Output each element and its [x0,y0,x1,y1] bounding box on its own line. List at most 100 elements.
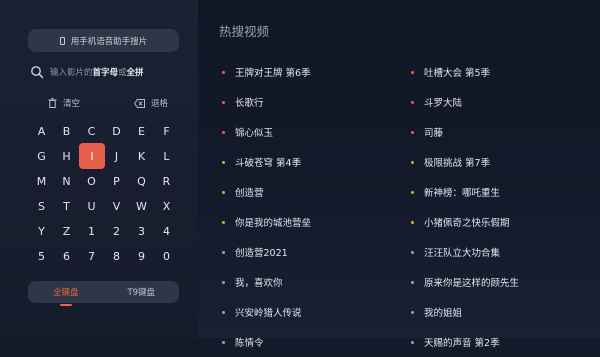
search-field[interactable]: 输入影片的首字母或全拼 [30,64,144,80]
rank-dot [222,130,225,134]
hot-search-title: 天赐的声音 第2季 [424,338,500,349]
key-7[interactable]: 7 [79,244,104,269]
key-y[interactable]: Y [29,219,54,244]
key-x[interactable]: X [154,194,179,219]
key-l[interactable]: L [154,144,179,169]
hot-search-item[interactable]: 长歌行 [222,87,397,117]
hot-search-title: 司藤 [424,128,444,139]
key-j[interactable]: J [104,144,129,169]
hot-search-title: 吐槽大会 第5季 [424,68,491,79]
hot-list-column-1: 王牌对王牌 第6季长歌行锦心似玉斗破苍穹 第4季创造营 你是我的城池营垒创造营20… [222,57,397,357]
rank-dot [411,130,414,134]
hot-search-title: 汪汪队立大功合集 [424,248,501,259]
hot-search-item[interactable]: 兴安岭猎人传说 [222,297,397,327]
hot-search-title: 王牌对王牌 第6季 [235,68,311,79]
key-9[interactable]: 9 [129,244,154,269]
hot-search-item[interactable]: 司藤 [411,117,586,147]
key-4[interactable]: 4 [154,219,179,244]
hot-search-title: 陈情令 [235,338,264,349]
hot-search-title: 锦心似玉 [235,128,274,139]
hot-search-title: 我的姐姐 [424,308,463,319]
keyboard-type-tabs: 全键盘 T9键盘 [28,281,180,306]
hot-search-title: 我，喜欢你 [235,278,283,289]
hot-search-item[interactable]: 创造营 [222,177,397,207]
hot-search-item[interactable]: 我，喜欢你 [222,267,397,297]
letter-keyboard: ABCDEF GHIJKL MNOPQR STUVWX YZ1234 567890 [29,119,179,269]
key-a[interactable]: A [29,119,54,144]
rank-dot [411,280,414,284]
rank-dot [222,280,225,284]
backspace-label: 退格 [150,99,168,109]
backspace-icon [133,98,145,108]
hot-search-item[interactable]: 斗罗大陆 [411,87,586,117]
key-v[interactable]: V [104,194,129,219]
key-k[interactable]: K [129,144,154,169]
hot-search-item[interactable]: 你是我的城池营垒 [222,207,397,237]
key-h[interactable]: H [54,144,79,169]
hot-search-item[interactable]: 小猪佩奇之快乐假期 [411,207,586,237]
tab-full-keyboard[interactable]: 全键盘 [28,286,104,306]
key-2[interactable]: 2 [104,219,129,244]
rank-dot [222,310,225,314]
hot-list-column-2: 吐槽大会 第5季斗罗大陆司藤极限挑战 第7季 新神榜：哪吒重生小猪佩奇之快乐假期汪… [411,57,586,357]
rank-dot [222,160,225,164]
hot-search-title: 斗破苍穹 第4季 [235,158,302,169]
key-0[interactable]: 0 [154,244,179,269]
hot-search-title: 极限挑战 第7季 [424,158,491,169]
hot-search-item[interactable]: 汪汪队立大功合集 [411,237,586,267]
key-e[interactable]: E [129,119,154,144]
key-s[interactable]: S [29,194,54,219]
hot-search-item[interactable]: 天赐的声音 第2季 [411,327,586,357]
key-8[interactable]: 8 [104,244,129,269]
hot-search-item[interactable]: 我的姐姐 [411,297,586,327]
key-o[interactable]: O [79,169,104,194]
key-3[interactable]: 3 [129,219,154,244]
clear-label: 清空 [63,99,81,109]
key-z[interactable]: Z [54,219,79,244]
key-g[interactable]: G [29,144,54,169]
hot-search-title: 原来你是这样的顾先生 [424,278,520,289]
phone-icon [59,36,65,45]
hot-search-item[interactable]: 锦心似玉 [222,117,397,147]
key-c[interactable]: C [79,119,104,144]
rank-dot [222,190,225,194]
key-p[interactable]: P [104,169,129,194]
key-n[interactable]: N [54,169,79,194]
hot-search-item[interactable]: 陈情令 [222,327,397,357]
hot-search-title: 新神榜：哪吒重生 [424,188,501,199]
key-w[interactable]: W [129,194,154,219]
key-6[interactable]: 6 [54,244,79,269]
clear-button[interactable]: 清空 [48,97,80,109]
rank-dot [411,160,414,164]
rank-dot [411,190,414,194]
rank-dot [411,250,414,254]
hot-search-item[interactable]: 王牌对王牌 第6季 [222,57,397,87]
rank-dot [411,100,414,104]
hot-search-item[interactable]: 极限挑战 第7季 [411,147,586,177]
hot-search-item[interactable]: 吐槽大会 第5季 [411,57,586,87]
key-m[interactable]: M [29,169,54,194]
key-r[interactable]: R [154,169,179,194]
key-t[interactable]: T [54,194,79,219]
key-b[interactable]: B [54,119,79,144]
hot-search-title: 创造营2021 [235,248,288,259]
key-f[interactable]: F [154,119,179,144]
key-1[interactable]: 1 [79,219,104,244]
search-icon [31,66,44,79]
voice-search-button[interactable]: 用手机语音助手搜片 [28,29,179,52]
hot-search-title: 兴安岭猎人传说 [235,308,302,319]
key-d[interactable]: D [104,119,129,144]
backspace-button[interactable]: 退格 [133,97,168,109]
hot-search-item[interactable]: 新神榜：哪吒重生 [411,177,586,207]
key-u[interactable]: U [79,194,104,219]
hot-search-item[interactable]: 斗破苍穹 第4季 [222,147,397,177]
hot-search-item[interactable]: 原来你是这样的顾先生 [411,267,586,297]
rank-dot [222,250,225,254]
section-title: 热搜视频 [219,24,270,39]
voice-search-label: 用手机语音助手搜片 [70,36,148,47]
hot-search-item[interactable]: 创造营2021 [222,237,397,267]
tab-t9-keyboard[interactable]: T9键盘 [104,286,180,298]
key-i[interactable]: I [79,143,105,169]
key-5[interactable]: 5 [29,244,54,269]
key-q[interactable]: Q [129,169,154,194]
